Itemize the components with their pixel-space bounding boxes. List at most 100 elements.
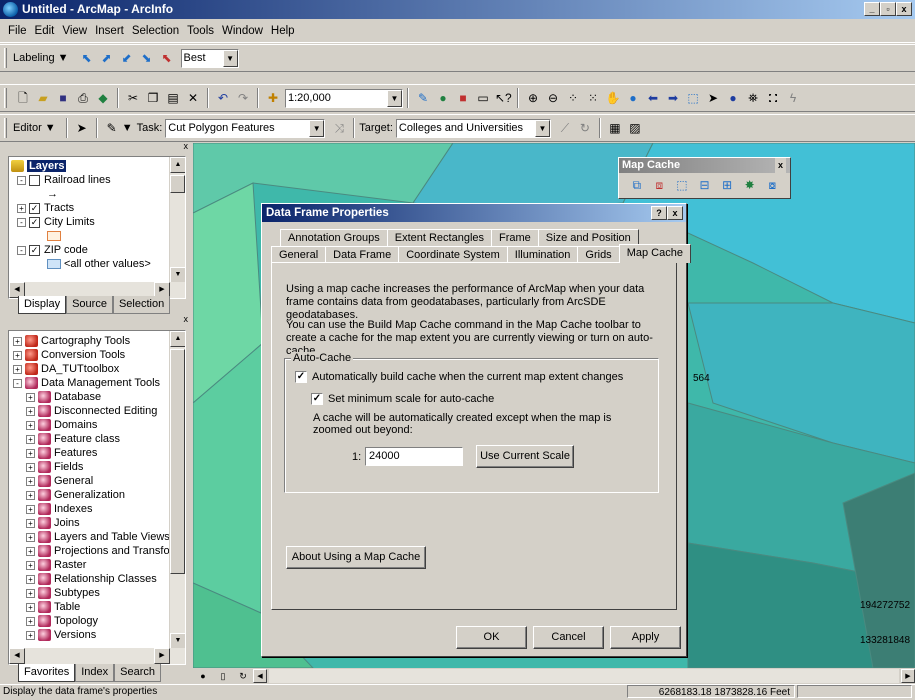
toolbox-item[interactable]: + DA_TUTtoolbox bbox=[11, 362, 183, 376]
expand-icon[interactable]: + bbox=[26, 574, 35, 584]
min-scale-checkbox[interactable]: ✓ Set minimum scale for auto-cache bbox=[311, 393, 494, 406]
back-extent-icon[interactable]: ⬅ bbox=[645, 90, 661, 106]
toolbox-item[interactable]: + Table bbox=[11, 600, 183, 614]
tab-frame[interactable]: Frame bbox=[491, 229, 539, 246]
ok-button[interactable]: OK bbox=[456, 626, 527, 649]
cancel-button[interactable]: Cancel bbox=[533, 626, 604, 649]
scroll-down-arrow[interactable]: ▼ bbox=[170, 267, 185, 283]
hyperlink-icon[interactable]: ϟ bbox=[785, 90, 801, 106]
toolbox-item[interactable]: + Conversion Tools bbox=[11, 348, 183, 362]
chevron-down-icon[interactable]: ▼ bbox=[534, 119, 550, 137]
save-icon[interactable]: ■ bbox=[55, 90, 71, 106]
toolbox-item[interactable]: + Indexes bbox=[11, 502, 183, 516]
toolbox-item[interactable]: + Versions bbox=[11, 628, 183, 642]
toolbox-item[interactable]: + Projections and Transfo bbox=[11, 544, 183, 558]
toolbox-item[interactable]: + Database bbox=[11, 390, 183, 404]
collapse-icon[interactable]: - bbox=[17, 217, 26, 227]
checkbox-checked[interactable]: ✓ bbox=[29, 202, 40, 214]
tab-source[interactable]: Source bbox=[66, 296, 113, 314]
undo-icon[interactable]: ↶ bbox=[215, 90, 231, 106]
tab-display[interactable]: Display bbox=[18, 296, 67, 314]
tab-coordinate-system[interactable]: Coordinate System bbox=[398, 246, 508, 263]
checkbox-checked[interactable]: ✓ bbox=[311, 393, 323, 406]
dialog-close-button[interactable]: x bbox=[667, 206, 683, 220]
menu-file[interactable]: File bbox=[4, 25, 31, 37]
toc-item[interactable]: - Railroad lines bbox=[11, 173, 183, 187]
toolbox-item[interactable]: + Cartography Tools bbox=[11, 334, 183, 348]
toc-item[interactable]: - ✓ ZIP code bbox=[11, 243, 183, 257]
expand-icon[interactable]: - bbox=[13, 378, 22, 388]
expand-icon[interactable]: + bbox=[26, 476, 35, 486]
expand-icon[interactable]: + bbox=[26, 518, 35, 528]
tab-general[interactable]: General bbox=[271, 246, 327, 263]
editor-menu[interactable]: Editor ▼ bbox=[13, 122, 56, 134]
checkbox-unchecked[interactable] bbox=[29, 174, 40, 186]
auto-cache-icon[interactable]: ✸ bbox=[742, 177, 758, 193]
zoom-out-icon[interactable]: ⊖ bbox=[545, 90, 561, 106]
toolbox-item[interactable]: + Raster bbox=[11, 558, 183, 572]
menu-help[interactable]: Help bbox=[267, 25, 299, 37]
expand-icon[interactable]: + bbox=[13, 336, 22, 346]
toolbox-item[interactable]: + Generalization bbox=[11, 488, 183, 502]
expand-icon[interactable]: + bbox=[26, 560, 35, 570]
toolbox-item[interactable]: + Topology bbox=[11, 614, 183, 628]
expand-icon[interactable]: + bbox=[26, 532, 35, 542]
toolbox-item[interactable]: + Subtypes bbox=[11, 586, 183, 600]
view-unplaced-icon[interactable]: ⬉ bbox=[159, 50, 175, 66]
toolbox-item[interactable]: + Feature class bbox=[11, 432, 183, 446]
toc-item[interactable] bbox=[11, 229, 183, 243]
tab-search[interactable]: Search bbox=[114, 664, 162, 682]
expand-icon[interactable]: + bbox=[26, 504, 35, 514]
checkbox-checked[interactable]: ✓ bbox=[29, 216, 40, 228]
chevron-down-icon[interactable]: ▼ bbox=[222, 49, 238, 67]
tab-map-cache[interactable]: Map Cache bbox=[618, 244, 691, 263]
cut-icon[interactable]: ✂ bbox=[125, 90, 141, 106]
chevron-down-icon[interactable]: ▼ bbox=[309, 119, 325, 137]
expand-icon[interactable]: + bbox=[26, 406, 35, 416]
tab-illumination[interactable]: Illumination bbox=[506, 246, 579, 263]
tab-annotation-groups[interactable]: Annotation Groups bbox=[280, 229, 388, 246]
sketch-tool-dropdown[interactable]: ▼ bbox=[122, 122, 133, 134]
tab-index[interactable]: Index bbox=[75, 664, 115, 682]
menu-window[interactable]: Window bbox=[218, 25, 267, 37]
checkbox-checked[interactable]: ✓ bbox=[29, 244, 40, 256]
scroll-down-arrow[interactable]: ▼ bbox=[170, 633, 185, 649]
refresh-icon[interactable]: ↻ bbox=[235, 668, 251, 684]
label-manager-icon[interactable]: ⬉ bbox=[79, 50, 95, 66]
sketch-properties-icon[interactable]: ▨ bbox=[627, 120, 643, 136]
horizontal-scrollbar[interactable] bbox=[269, 669, 899, 683]
close-button[interactable]: x bbox=[896, 2, 912, 16]
scroll-up-arrow[interactable]: ▲ bbox=[170, 331, 185, 347]
scrollbar-thumb[interactable] bbox=[170, 349, 185, 574]
expand-icon[interactable]: + bbox=[13, 364, 22, 374]
open-icon[interactable]: ▰ bbox=[35, 90, 51, 106]
collapse-icon[interactable]: - bbox=[17, 245, 26, 255]
expand-icon[interactable]: + bbox=[26, 616, 35, 626]
tab-selection[interactable]: Selection bbox=[112, 296, 171, 314]
apply-button[interactable]: Apply bbox=[610, 626, 681, 649]
copy-icon[interactable]: ❐ bbox=[145, 90, 161, 106]
label-quality-select[interactable]: Best ▼ bbox=[180, 48, 239, 68]
label-weight-icon[interactable]: ⬋ bbox=[119, 50, 135, 66]
expand-icon[interactable]: + bbox=[26, 434, 35, 444]
use-current-scale-button[interactable]: Use Current Scale bbox=[476, 445, 574, 468]
toolbox-item[interactable]: + General bbox=[11, 474, 183, 488]
expand-icon[interactable]: + bbox=[17, 203, 26, 213]
cache-options-icon[interactable]: ⊞ bbox=[719, 177, 735, 193]
edit-tool-icon[interactable]: ➤ bbox=[74, 120, 90, 136]
scroll-right-arrow[interactable]: ▶ bbox=[154, 648, 170, 664]
expand-icon[interactable]: + bbox=[26, 546, 35, 556]
scrollbar-thumb[interactable] bbox=[170, 175, 185, 193]
menu-selection[interactable]: Selection bbox=[128, 25, 183, 37]
data-view-icon[interactable]: ● bbox=[195, 668, 211, 684]
toc-item[interactable]: → bbox=[11, 187, 183, 201]
expand-icon[interactable]: + bbox=[13, 350, 22, 360]
auto-build-checkbox[interactable]: ✓ Automatically build cache when the curr… bbox=[295, 371, 623, 384]
split-tool-icon[interactable]: ⤨ bbox=[331, 120, 347, 136]
target-select[interactable]: Colleges and Universities ▼ bbox=[395, 118, 551, 138]
toolbox-item[interactable]: + Joins bbox=[11, 516, 183, 530]
toolbox-item[interactable]: - Data Management Tools bbox=[11, 376, 183, 390]
about-map-cache-button[interactable]: About Using a Map Cache bbox=[286, 546, 426, 569]
expand-icon[interactable]: + bbox=[26, 462, 35, 472]
new-icon[interactable]: 🗋 bbox=[15, 90, 31, 106]
